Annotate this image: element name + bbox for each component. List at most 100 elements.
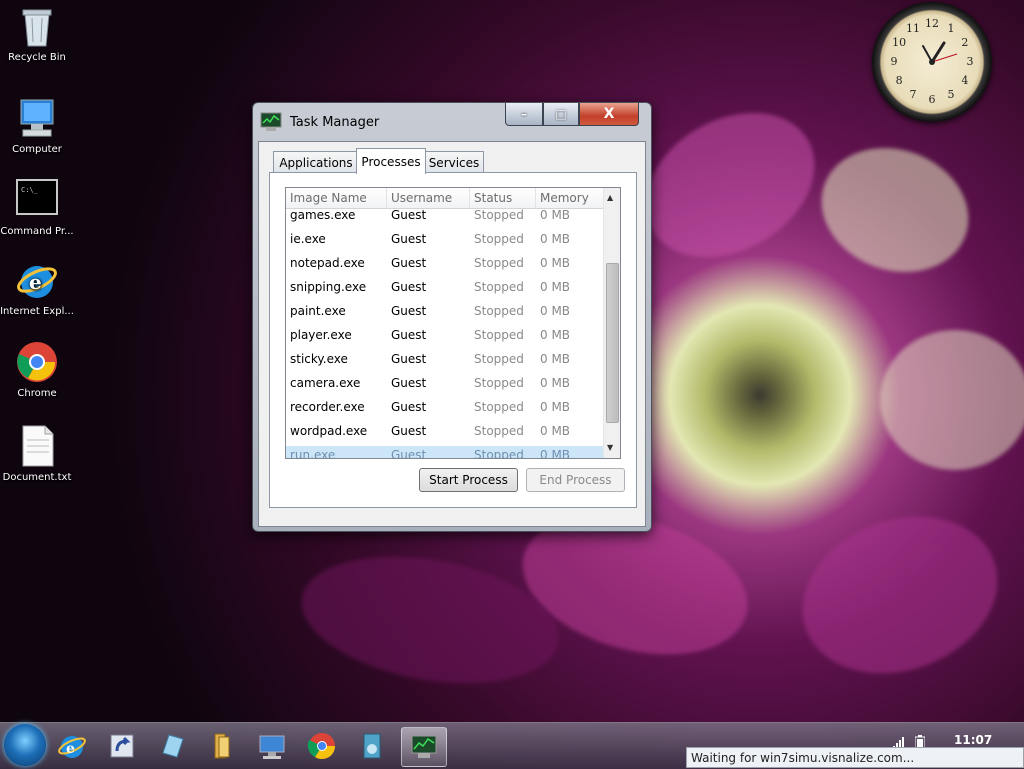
table-row[interactable]: player.exe Guest Stopped 0 MB — [286, 326, 604, 350]
table-row[interactable]: recorder.exe Guest Stopped 0 MB — [286, 398, 604, 422]
desktop-icon-label: Internet Expl... — [0, 306, 74, 317]
table-row[interactable]: snipping.exe Guest Stopped 0 MB — [286, 278, 604, 302]
desktop-icon-label: Chrome — [17, 388, 57, 399]
table-cell-name: games.exe — [290, 208, 356, 222]
table-cell-status: Stopped — [474, 328, 524, 342]
taskbar-control-panel[interactable] — [250, 727, 294, 765]
clock-hands — [922, 41, 958, 65]
process-list[interactable]: Image Name Username Status Memory games.… — [285, 187, 621, 459]
taskbar-chrome[interactable] — [300, 727, 344, 765]
internet-explorer-icon: e — [15, 258, 59, 302]
table-cell-status: Stopped — [474, 424, 524, 438]
table-row[interactable]: games.exe Guest Stopped 0 MB — [286, 206, 604, 230]
desktop-icon-document[interactable]: Document.txt — [0, 424, 74, 483]
maximize-icon: □ — [555, 107, 567, 121]
table-cell-status: Stopped — [474, 352, 524, 366]
minimize-icon: – — [521, 107, 527, 121]
command-prompt-icon: C:\_ — [15, 178, 59, 222]
table-cell-user: Guest — [391, 424, 427, 438]
clock-gadget[interactable]: 12 1 2 3 4 5 6 7 8 9 10 11 — [872, 2, 992, 122]
tab-processes[interactable]: Processes — [356, 148, 426, 174]
task-manager-icon — [260, 112, 282, 132]
table-cell-status: Stopped — [474, 208, 524, 222]
table-cell-name: paint.exe — [290, 304, 346, 318]
table-cell-user: Guest — [391, 256, 427, 270]
text-document-icon — [15, 424, 59, 468]
table-row[interactable]: sticky.exe Guest Stopped 0 MB — [286, 350, 604, 374]
desktop-icon-internet-explorer[interactable]: e Internet Expl... — [0, 258, 74, 317]
table-cell-memory: 0 MB — [540, 424, 571, 438]
wallpaper-petal — [804, 127, 986, 293]
tab-services[interactable]: Services — [424, 151, 484, 173]
table-cell-user: Guest — [391, 304, 427, 318]
desktop-icon-label: Command Pr... — [0, 226, 74, 237]
taskbar-internet-explorer[interactable]: e — [50, 727, 94, 765]
close-icon: X — [603, 106, 615, 122]
taskbar-media[interactable] — [350, 727, 394, 765]
table-cell-name: notepad.exe — [290, 256, 365, 270]
table-cell-user: Guest — [391, 208, 427, 222]
taskbar-task-manager[interactable] — [401, 727, 447, 767]
close-button[interactable]: X — [579, 103, 639, 126]
table-cell-user: Guest — [391, 280, 427, 294]
vertical-scrollbar[interactable]: ▲ ▼ — [603, 188, 620, 458]
table-cell-status: Stopped — [474, 448, 524, 459]
minimize-button[interactable]: – — [505, 103, 543, 126]
scrollbar-thumb[interactable] — [606, 263, 619, 423]
window-title: Task Manager — [290, 115, 380, 130]
internet-explorer-icon: e — [58, 736, 86, 758]
taskbar-clock[interactable]: 11:07 — [954, 733, 992, 747]
svg-text:C:\_: C:\_ — [21, 186, 39, 194]
tab-applications[interactable]: Applications — [273, 151, 359, 173]
table-cell-user: Guest — [391, 376, 427, 390]
media-icon — [363, 733, 381, 759]
taskbar-glass-app[interactable] — [150, 727, 194, 765]
maximize-button[interactable]: □ — [543, 103, 579, 126]
table-cell-name: run.exe — [290, 448, 336, 459]
table-cell-user: Guest — [391, 232, 427, 246]
column-header-username[interactable]: Username — [387, 188, 470, 208]
desktop-icon-chrome[interactable]: Chrome — [0, 340, 74, 399]
table-row[interactable]: ie.exe Guest Stopped 0 MB — [286, 230, 604, 254]
chrome-icon — [15, 340, 59, 384]
table-row[interactable]: notepad.exe Guest Stopped 0 MB — [286, 254, 604, 278]
start-process-button[interactable]: Start Process — [419, 468, 518, 492]
desktop-icon-computer[interactable]: Computer — [0, 96, 74, 155]
table-cell-status: Stopped — [474, 232, 524, 246]
table-cell-user: Guest — [391, 400, 427, 414]
table-cell-status: Stopped — [474, 256, 524, 270]
task-manager-window: Task Manager – □ X Applications Processe… — [252, 102, 652, 532]
title-bar[interactable]: Task Manager – □ X — [253, 103, 651, 135]
taskbar-file-explorer[interactable] — [200, 727, 244, 765]
column-header-image-name[interactable]: Image Name — [286, 188, 387, 208]
recycle-bin-icon — [15, 4, 59, 48]
table-row[interactable]: wordpad.exe Guest Stopped 0 MB — [286, 422, 604, 446]
desktop-icon-label: Recycle Bin — [8, 52, 66, 63]
desktop-icon-command-prompt[interactable]: C:\_ Command Pr... — [0, 178, 74, 237]
desktop-icon-label: Document.txt — [2, 472, 72, 483]
table-cell-memory: 0 MB — [540, 328, 571, 342]
table-cell-memory: 0 MB — [540, 448, 571, 459]
column-header-status[interactable]: Status — [470, 188, 536, 208]
column-header-memory[interactable]: Memory — [536, 188, 604, 208]
taskbar-shortcut[interactable] — [100, 727, 144, 765]
end-process-button[interactable]: End Process — [526, 468, 625, 492]
table-cell-name: sticky.exe — [290, 352, 348, 366]
scroll-down-icon[interactable]: ▼ — [607, 443, 613, 452]
table-cell-memory: 0 MB — [540, 376, 571, 390]
table-cell-name: camera.exe — [290, 376, 361, 390]
table-cell-status: Stopped — [474, 400, 524, 414]
table-cell-status: Stopped — [474, 280, 524, 294]
scroll-up-icon[interactable]: ▲ — [607, 193, 613, 202]
control-panel-icon — [259, 735, 285, 759]
table-row[interactable]: paint.exe Guest Stopped 0 MB — [286, 302, 604, 326]
computer-icon — [15, 96, 59, 140]
desktop-icon-label: Computer — [12, 144, 62, 155]
table-row[interactable]: run.exe Guest Stopped 0 MB — [286, 446, 604, 459]
desktop-icon-recycle-bin[interactable]: Recycle Bin — [0, 4, 74, 63]
table-row[interactable]: camera.exe Guest Stopped 0 MB — [286, 374, 604, 398]
glass-icon — [162, 734, 184, 758]
start-orb-icon[interactable] — [4, 724, 46, 766]
table-cell-memory: 0 MB — [540, 304, 571, 318]
svg-text:e: e — [29, 270, 42, 294]
